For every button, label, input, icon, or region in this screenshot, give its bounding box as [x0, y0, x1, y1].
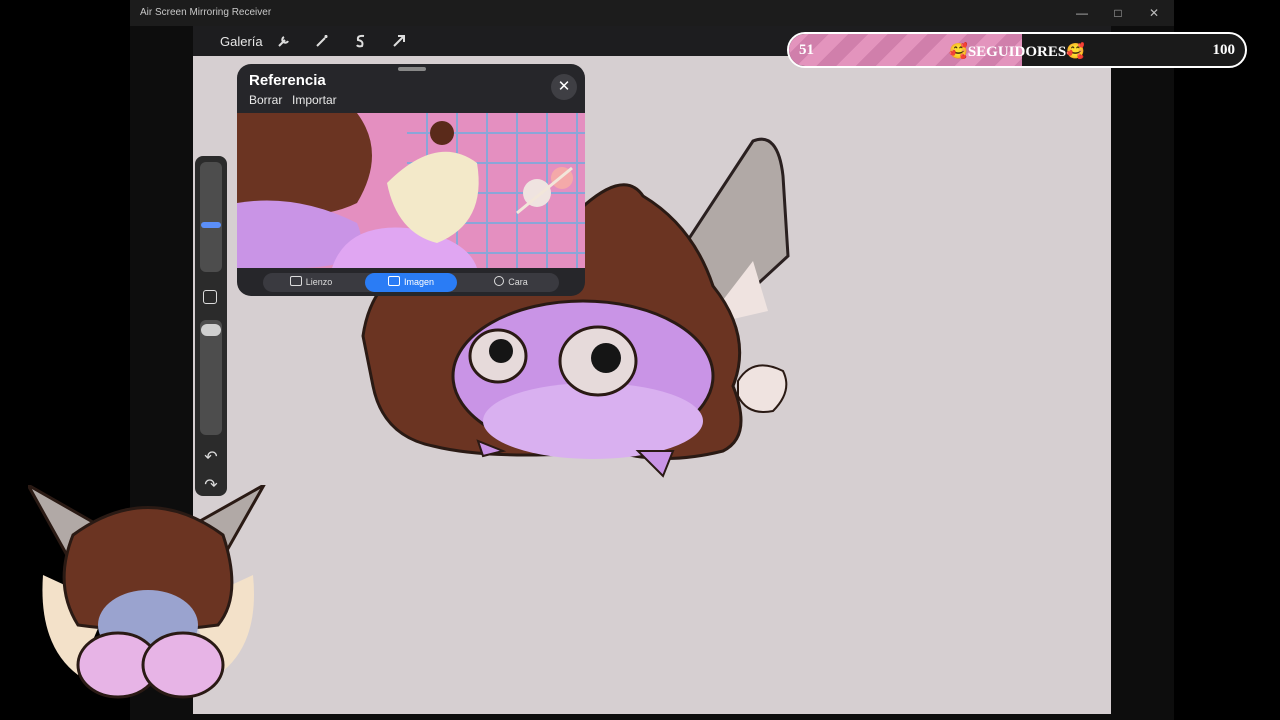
- tab-cara-label: Cara: [508, 277, 528, 287]
- tab-lienzo-label: Lienzo: [305, 277, 333, 287]
- reference-title: Referencia: [249, 72, 326, 89]
- close-icon[interactable]: ✕: [1136, 0, 1172, 26]
- close-icon[interactable]: ✕: [551, 74, 577, 100]
- wrench-icon[interactable]: [275, 32, 293, 50]
- window-title: Air Screen Mirroring Receiver: [140, 7, 272, 18]
- undo-icon[interactable]: ↶: [200, 447, 222, 469]
- face-icon: [494, 276, 505, 286]
- followers-goal-bar: 51 🥰SEGUIDORES🥰 100: [787, 32, 1247, 68]
- reference-mode-tabs: Lienzo Imagen Cara: [263, 273, 559, 292]
- minimize-icon[interactable]: —: [1064, 0, 1100, 26]
- maximize-icon[interactable]: □: [1100, 0, 1136, 26]
- opacity-slider[interactable]: [200, 320, 222, 435]
- canvas-icon: [289, 276, 302, 286]
- opacity-knob[interactable]: [201, 324, 221, 336]
- window-titlebar: Air Screen Mirroring Receiver — □ ✕: [130, 0, 1174, 26]
- image-icon: [387, 276, 400, 286]
- clear-button[interactable]: Borrar: [249, 93, 282, 107]
- followers-target: 100: [1212, 42, 1236, 58]
- import-button[interactable]: Importar: [292, 93, 337, 107]
- panel-grabber[interactable]: [398, 67, 426, 71]
- tab-lienzo[interactable]: Lienzo: [263, 273, 359, 292]
- streamer-avatar: [28, 485, 266, 699]
- modify-square-icon[interactable]: [203, 290, 217, 304]
- brush-size-knob[interactable]: [201, 222, 221, 228]
- followers-label: 🥰SEGUIDORES🥰: [949, 44, 1085, 60]
- reference-panel: Referencia Borrar Importar ✕ Lienzo Imag…: [237, 64, 585, 296]
- gallery-button[interactable]: Galería: [220, 34, 263, 49]
- tab-imagen[interactable]: Imagen: [365, 273, 457, 292]
- reference-image: [237, 113, 585, 268]
- selection-icon[interactable]: [352, 32, 370, 50]
- magic-wand-icon[interactable]: [313, 32, 331, 50]
- tab-cara[interactable]: Cara: [463, 273, 559, 292]
- procreate-sidebar: ↶ ↷: [195, 156, 227, 496]
- brush-size-slider[interactable]: [200, 162, 222, 272]
- transform-arrow-icon[interactable]: [390, 32, 408, 50]
- tab-imagen-label: Imagen: [403, 277, 435, 287]
